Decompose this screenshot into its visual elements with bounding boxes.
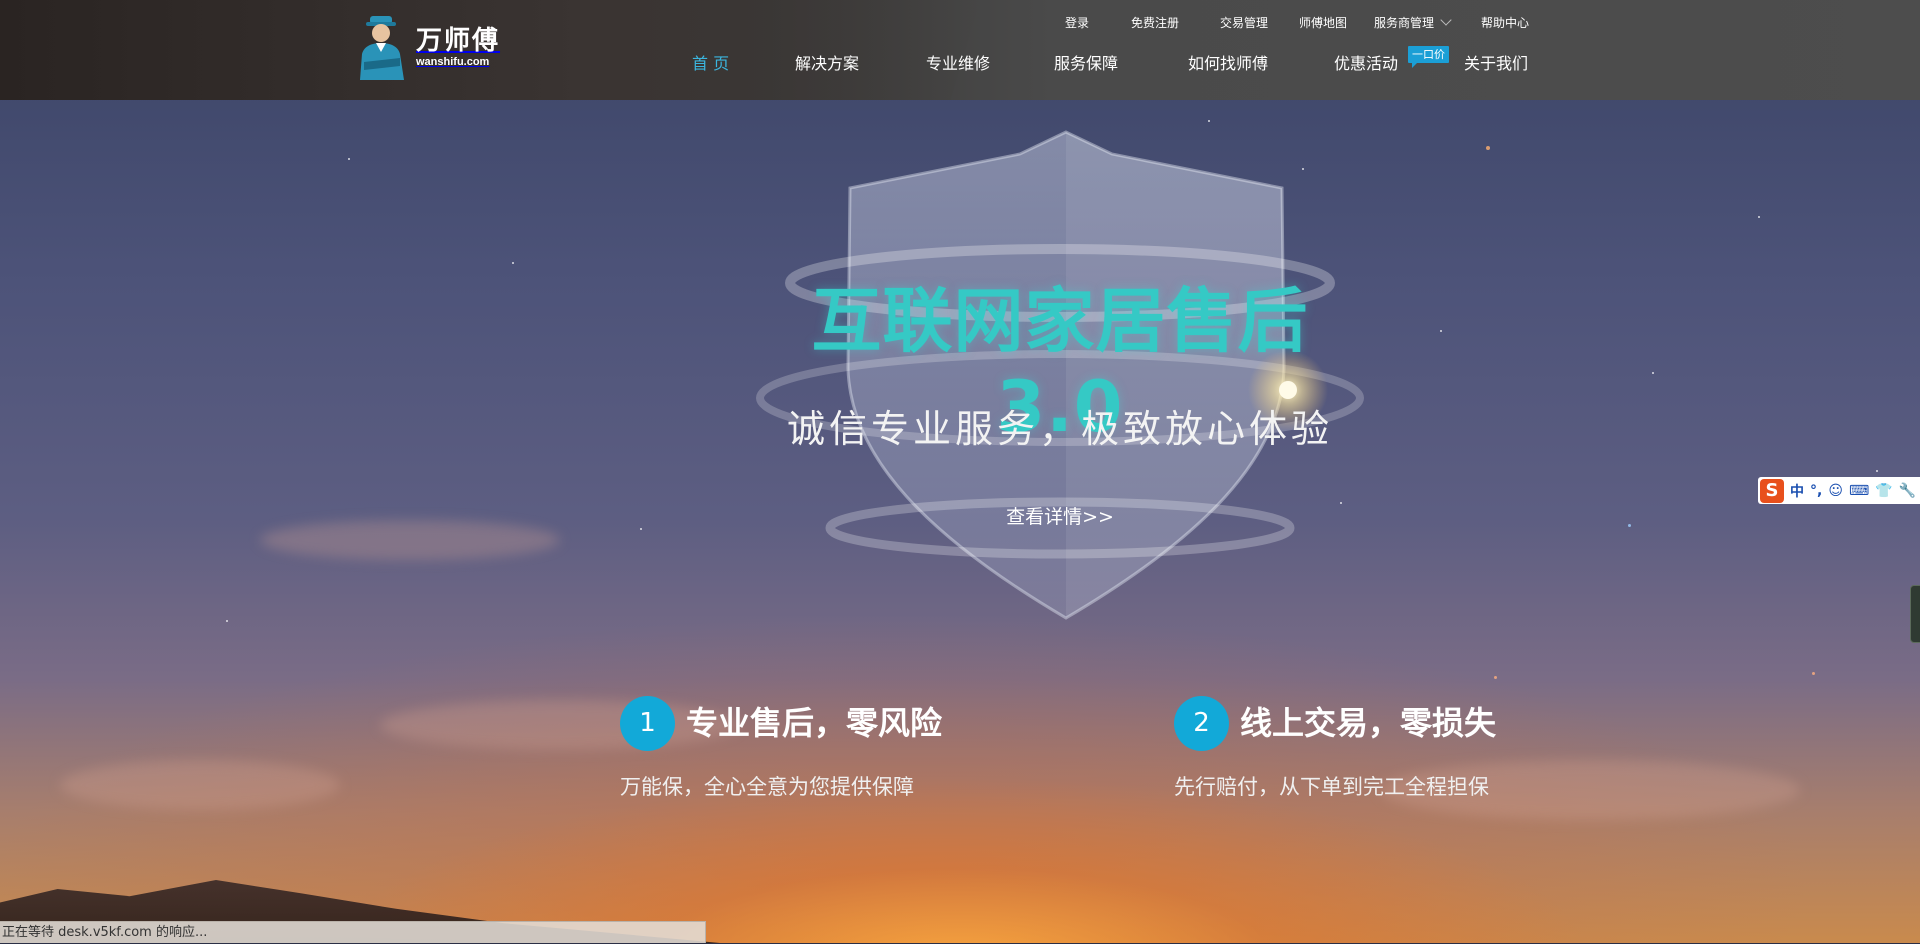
skin-shirt-icon[interactable]: 👕 [1875, 483, 1892, 499]
help-center-link[interactable]: 帮助中心 [1481, 14, 1529, 31]
chevron-down-icon [1440, 14, 1452, 26]
nav-guarantee[interactable]: 服务保障 [1054, 50, 1118, 74]
feature-number-2: 2 [1174, 696, 1229, 751]
nav-repair[interactable]: 专业维修 [926, 50, 990, 74]
login-link[interactable]: 登录 [1065, 14, 1089, 31]
feature-number-1: 1 [620, 696, 675, 751]
side-panel-handle[interactable] [1910, 585, 1920, 643]
master-map-link[interactable]: 师傅地图 [1299, 14, 1347, 31]
feature-desc-1: 万能保，全心全意为您提供保障 [620, 775, 914, 799]
emoji-icon[interactable]: ☺ [1828, 483, 1843, 499]
trade-management-link[interactable]: 交易管理 [1220, 14, 1268, 31]
cloud [60, 760, 340, 810]
feature-title-1: 专业售后，零风险 [686, 704, 943, 742]
wrench-icon[interactable]: 🔧 [1899, 483, 1916, 499]
nav-find-master[interactable]: 如何找师傅 [1188, 50, 1268, 74]
ime-punctuation-toggle[interactable]: °, [1810, 483, 1822, 499]
feature-desc-2: 先行赔付，从下单到完工全程担保 [1174, 775, 1489, 799]
ime-toolbar[interactable]: S 中 °, ☺ ⌨ 👕 🔧 [1758, 477, 1920, 504]
browser-status-bar: 正在等待 desk.v5kf.com 的响应... [0, 921, 706, 943]
promo-badge: 一口价 [1408, 46, 1449, 68]
brand-domain: wanshifu.com [416, 55, 490, 68]
brand-name: 万师傅 [416, 25, 501, 56]
feature-title-2: 线上交易，零损失 [1240, 704, 1497, 742]
keyboard-icon[interactable]: ⌨ [1849, 483, 1869, 499]
nav-about[interactable]: 关于我们 [1464, 50, 1528, 74]
provider-management-link[interactable]: 服务商管理 [1374, 14, 1452, 31]
hero-subline: 诚信专业服务，极致放心体验 [786, 407, 1333, 451]
ime-logo-icon[interactable]: S [1760, 478, 1784, 503]
view-details-link[interactable]: 查看详情>> [960, 502, 1160, 532]
nav-promotions[interactable]: 优惠活动 [1334, 50, 1398, 74]
ime-mode-toggle[interactable]: 中 [1790, 481, 1804, 501]
nav-solutions[interactable]: 解决方案 [795, 50, 859, 74]
brand-logo[interactable]: 万师傅 wanshifu.com [356, 12, 500, 82]
site-header: 万师傅 wanshifu.com 登录 免费注册 交易管理 师傅地图 服务商管理… [0, 0, 1920, 100]
provider-management-label: 服务商管理 [1374, 16, 1435, 30]
cloud [260, 520, 560, 560]
register-link[interactable]: 免费注册 [1131, 14, 1179, 31]
worker-logo-icon [360, 16, 404, 80]
nav-home[interactable]: 首 页 [692, 50, 729, 74]
